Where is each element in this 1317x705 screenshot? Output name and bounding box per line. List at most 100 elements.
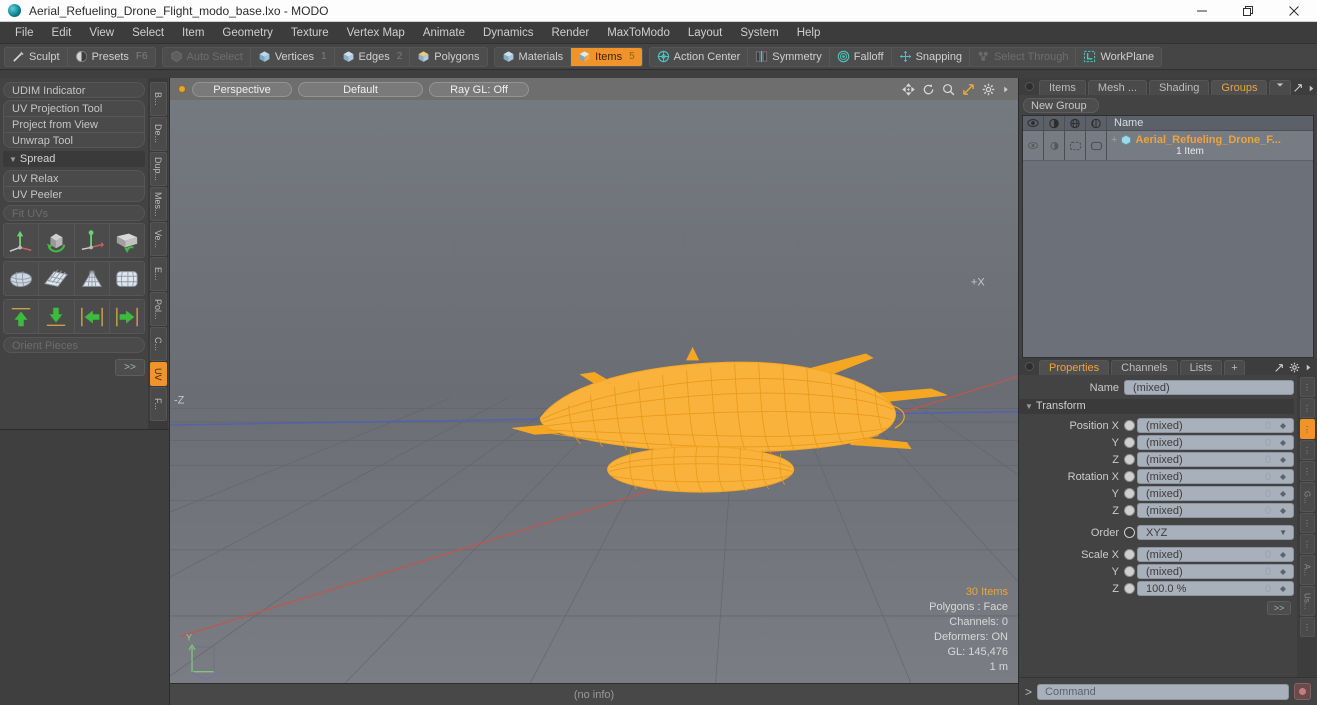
tab-mesh[interactable]: Mesh ... xyxy=(1087,80,1148,95)
view-mode-selector[interactable]: Perspective xyxy=(192,81,292,97)
uv-plane-grid-icon[interactable] xyxy=(39,262,74,295)
property-spinner-icon[interactable] xyxy=(1275,453,1291,466)
menu-item-render[interactable]: Render xyxy=(542,22,598,44)
toolbar-button-polygons[interactable]: Polygons xyxy=(410,48,486,66)
visibility-eye-icon[interactable] xyxy=(1023,116,1044,130)
properties-menu-knob-icon[interactable] xyxy=(1025,362,1034,371)
more-arrow-icon[interactable] xyxy=(1308,84,1315,93)
row-shading-toggle[interactable] xyxy=(1044,131,1065,160)
gear-icon[interactable] xyxy=(1289,362,1300,373)
property-value-field[interactable]: (mixed) 0 xyxy=(1137,418,1294,433)
left-vtab-f[interactable]: F... xyxy=(149,387,167,421)
property-value-field[interactable]: (mixed) 0 xyxy=(1137,503,1294,518)
toolbar-button-auto-select[interactable]: Auto Select xyxy=(163,47,251,66)
more-arrow-icon[interactable] xyxy=(1305,363,1312,372)
right-sidetab-handle-0[interactable]: ⋮ xyxy=(1299,377,1315,397)
left-vtab-mes[interactable]: Mes... xyxy=(149,187,167,221)
property-channel-toggle[interactable] xyxy=(1124,488,1135,499)
tab-shading[interactable]: Shading xyxy=(1149,80,1210,95)
orient-pieces-button[interactable]: Orient Pieces xyxy=(3,337,145,353)
groups-table-empty-area[interactable] xyxy=(1023,161,1313,357)
menu-item-animate[interactable]: Animate xyxy=(414,22,474,44)
name-field[interactable]: (mixed) xyxy=(1124,380,1294,395)
left-vtab-dup[interactable]: Dup... xyxy=(149,152,167,186)
groups-tab-overflow[interactable] xyxy=(1269,80,1292,95)
command-input[interactable]: Command xyxy=(1037,683,1289,700)
viewport-active-dot[interactable] xyxy=(178,85,186,93)
property-value-field[interactable]: (mixed) 0 xyxy=(1137,452,1294,467)
left-panel-more-button[interactable]: >> xyxy=(115,359,145,376)
row-wireframe-toggle[interactable] xyxy=(1065,131,1086,160)
property-channel-toggle[interactable] xyxy=(1124,437,1135,448)
uv-align-up-icon[interactable] xyxy=(4,300,39,333)
expand-arrow-icon[interactable] xyxy=(1002,83,1010,96)
transform-section-header[interactable]: ▼ Transform xyxy=(1019,399,1294,414)
property-value-field[interactable]: (mixed) 0 xyxy=(1137,547,1294,562)
menu-item-vertex-map[interactable]: Vertex Map xyxy=(338,22,414,44)
property-spinner-icon[interactable] xyxy=(1275,419,1291,432)
tab-properties[interactable]: Properties xyxy=(1039,360,1110,375)
tab-add[interactable]: + xyxy=(1224,360,1245,375)
property-channel-toggle[interactable] xyxy=(1124,471,1135,482)
property-value-field[interactable]: (mixed) 0 xyxy=(1137,435,1294,450)
uv-rotate-cube-icon[interactable] xyxy=(39,224,74,257)
udim-indicator-button[interactable]: UDIM Indicator xyxy=(3,82,145,98)
right-sidetab-handle-4[interactable]: ⋮ xyxy=(1299,461,1315,481)
uv-transform-gizmo-icon[interactable] xyxy=(74,224,109,257)
menu-item-system[interactable]: System xyxy=(731,22,787,44)
right-sidetab-handle-2[interactable]: ⋮ xyxy=(1299,419,1315,439)
rotate-icon[interactable] xyxy=(922,83,935,96)
property-channel-toggle[interactable] xyxy=(1124,454,1135,465)
fit-icon[interactable] xyxy=(962,83,975,96)
menu-item-texture[interactable]: Texture xyxy=(282,22,338,44)
lock-icon[interactable] xyxy=(1086,116,1107,130)
property-spinner-icon[interactable] xyxy=(1275,565,1291,578)
uv-sphere-unwrap-icon[interactable] xyxy=(4,262,39,295)
pan-icon[interactable] xyxy=(902,82,915,96)
right-sidetab-us[interactable]: Us... xyxy=(1299,586,1315,616)
minimize-icon[interactable] xyxy=(1179,0,1225,22)
property-spinner-icon[interactable] xyxy=(1275,548,1291,561)
uv-tool-uv-projection-tool[interactable]: UV Projection Tool xyxy=(3,100,145,116)
uv-tool-uv-peeler[interactable]: UV Peeler xyxy=(3,186,145,202)
toolbar-button-workplane[interactable]: WorkPlane xyxy=(1076,48,1161,66)
property-channel-toggle[interactable] xyxy=(1124,566,1135,577)
panel-menu-knob-icon[interactable] xyxy=(1025,82,1034,91)
uv-tool-project-from-view[interactable]: Project from View xyxy=(3,116,145,132)
record-icon[interactable] xyxy=(1294,683,1311,700)
shading-icon[interactable] xyxy=(1044,116,1065,130)
left-vtab-e[interactable]: E... xyxy=(149,257,167,291)
toolbar-button-presets[interactable]: Presets F6 xyxy=(68,48,155,66)
toolbar-button-falloff[interactable]: Falloff xyxy=(830,47,892,66)
property-value-field[interactable]: 100.0 % 0 xyxy=(1137,581,1294,596)
tab-items[interactable]: Items xyxy=(1039,80,1086,95)
expand-icon[interactable] xyxy=(1293,83,1303,93)
menu-item-item[interactable]: Item xyxy=(173,22,213,44)
right-sidetab-handle-10[interactable]: ⋮ xyxy=(1299,617,1315,637)
row-visibility-toggle[interactable] xyxy=(1023,131,1044,160)
uv-align-left-icon[interactable] xyxy=(74,300,109,333)
property-value-field[interactable]: (mixed) 0 xyxy=(1137,469,1294,484)
menu-item-maxtomodo[interactable]: MaxToModo xyxy=(598,22,679,44)
property-spinner-icon[interactable] xyxy=(1275,504,1291,517)
expand-plus-icon[interactable]: + xyxy=(1111,134,1117,146)
new-group-button[interactable]: New Group xyxy=(1023,98,1099,113)
tab-channels[interactable]: Channels xyxy=(1111,360,1178,375)
left-vtab-ve[interactable]: Ve... xyxy=(149,222,167,256)
menu-item-layout[interactable]: Layout xyxy=(679,22,732,44)
toolbar-button-snapping[interactable]: Snapping xyxy=(892,47,971,66)
tab-groups[interactable]: Groups xyxy=(1211,80,1268,95)
uv-flip-icon[interactable] xyxy=(109,224,144,257)
toolbar-button-materials[interactable]: Materials xyxy=(495,47,572,66)
uv-move-gizmo-icon[interactable] xyxy=(4,224,39,257)
uv-cylinder-grid-icon[interactable] xyxy=(109,262,144,295)
uv-tool-unwrap-tool[interactable]: Unwrap Tool xyxy=(3,132,145,148)
property-channel-toggle[interactable] xyxy=(1124,505,1135,516)
menu-item-view[interactable]: View xyxy=(80,22,123,44)
close-icon[interactable] xyxy=(1271,0,1317,22)
row-lock-toggle[interactable] xyxy=(1086,131,1107,160)
menu-item-geometry[interactable]: Geometry xyxy=(213,22,282,44)
property-spinner-icon[interactable] xyxy=(1275,487,1291,500)
uv-cone-unwrap-icon[interactable] xyxy=(74,262,109,295)
left-vtab-uv[interactable]: UV xyxy=(149,362,167,386)
